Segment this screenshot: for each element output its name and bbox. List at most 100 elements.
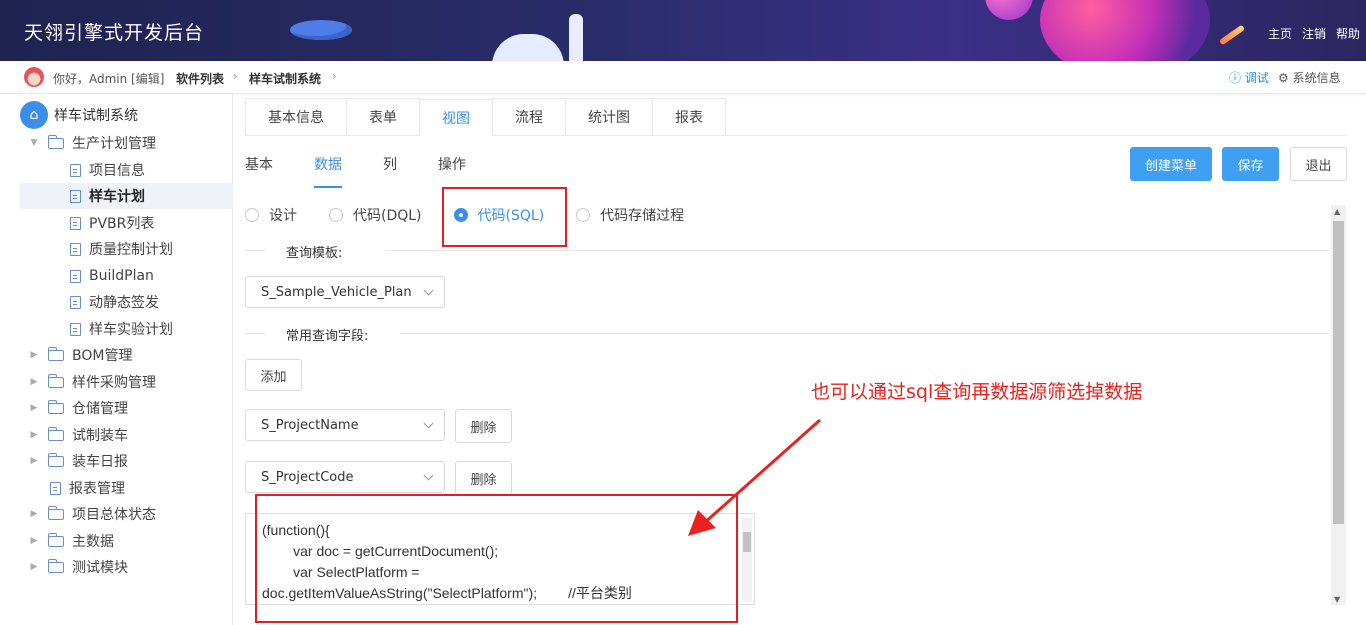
folder-icon [47,505,64,520]
avatar[interactable] [24,67,44,87]
tab-4[interactable]: 统计图 [565,98,653,135]
caret-right-icon[interactable]: ▶ [28,403,40,413]
caret-right-icon[interactable]: ▶ [28,562,40,572]
sidebar-item[interactable]: ▶ 仓储管理 [20,395,233,421]
top-header: 天翎引擎式开发后台 主页 注销 帮助 [0,0,1366,61]
scroll-down-icon[interactable]: ▼ [1334,595,1340,604]
document-icon [70,163,81,177]
radio-option[interactable]: 代码(DQL) [329,205,422,225]
caret-right-icon[interactable]: ▶ [28,536,40,546]
radio-option[interactable]: 设计 [245,205,297,225]
main-scrollbar[interactable]: ▲ ▼ [1331,205,1346,605]
folder-icon [47,532,64,547]
sidebar-item-label: 装车日报 [72,454,128,470]
sidebar-item-label: 项目信息 [89,163,145,179]
breadcrumb-bar: 你好，Admin [编辑] 软件列表 › 样车试制系统 › ⓘ 调试 ⚙ 系统信… [0,61,1366,94]
radio-dot-icon [576,208,591,222]
document-icon [50,481,61,495]
folder-icon [47,373,64,388]
subtab-0[interactable]: 基本 [245,154,273,188]
sidebar-item-label: 测试模块 [72,560,128,576]
divider [400,333,1330,334]
sidebar-item[interactable]: ▶ BOM管理 [20,342,233,368]
logout-link[interactable]: 注销 [1302,25,1326,42]
sidebar-item[interactable]: 报表管理 [20,475,233,501]
sidebar-item[interactable]: 项目信息 [20,157,233,183]
radio-label: 设计 [269,208,297,224]
tab-3[interactable]: 流程 [492,98,566,135]
subtab-3[interactable]: 操作 [438,154,466,188]
planet-large-illustration [1040,0,1210,61]
sidebar-item[interactable]: 样车实验计划 [20,316,233,342]
folder-icon [47,346,64,361]
folder-icon [47,558,64,573]
sidebar-item[interactable]: 样车计划 [20,183,233,209]
sidebar-item-label: BuildPlan [89,268,154,284]
caret-right-icon[interactable]: ▶ [28,377,40,387]
document-icon [70,242,81,256]
caret-right-icon[interactable]: ▶ [28,509,40,519]
system-info-link[interactable]: ⚙ 系统信息 [1278,69,1341,86]
breadcrumb-software-list[interactable]: 软件列表 [176,70,224,87]
scrollbar-thumb[interactable] [1333,221,1344,524]
query-template-value: S_Sample_Vehicle_Plan [261,284,412,300]
sidebar-item[interactable]: PVBR列表 [20,210,233,236]
caret-right-icon[interactable]: ▶ [28,456,40,466]
subtab-1[interactable]: 数据 [314,154,342,188]
annotation-arrow-icon [688,418,821,536]
comet-illustration [1218,24,1246,46]
subtab-bar: 基本 数据 列 操作 [245,154,466,188]
field-select-1[interactable]: S_ProjectName [245,409,445,441]
tab-0[interactable]: 基本信息 [245,98,347,135]
sidebar-item-label: 质量控制计划 [89,242,173,258]
sidebar-item[interactable]: ▶ 主数据 [20,528,233,554]
app-title: 天翎引擎式开发后台 [24,22,205,44]
sidebar-item-label: 仓储管理 [72,401,128,417]
planet-illustration [985,0,1033,20]
exit-button[interactable]: 退出 [1290,147,1347,181]
delete-field-button[interactable]: 删除 [455,409,512,443]
radio-label: 代码存储过程 [600,208,685,224]
tab-1[interactable]: 表单 [346,98,420,135]
header-links: 主页 注销 帮助 [1268,25,1360,42]
tab-bar: 基本信息 表单 视图 流程 统计图 报表 [245,98,1346,136]
sidebar-item[interactable]: 动静态签发 [20,289,233,315]
create-menu-button[interactable]: 创建菜单 [1130,147,1212,181]
tab-2[interactable]: 视图 [419,99,493,136]
home-link[interactable]: 主页 [1268,25,1292,42]
delete-field-button[interactable]: 删除 [455,461,512,495]
divider [385,250,1330,251]
breadcrumb-current-app[interactable]: 样车试制系统 [249,70,321,87]
add-field-button[interactable]: 添加 [245,359,302,391]
sidebar-item[interactable]: ▶ 项目总体状态 [20,501,233,527]
sidebar-item[interactable]: ▼ 生产计划管理 [20,130,233,156]
tab-5[interactable]: 报表 [652,98,726,135]
document-icon [70,216,81,230]
scroll-up-icon[interactable]: ▲ [1334,207,1340,216]
sidebar-item-label: 试制装车 [72,428,128,444]
sidebar-item[interactable]: ▶ 试制装车 [20,422,233,448]
sidebar-item[interactable]: ▶ 测试模块 [20,554,233,580]
subtab-2[interactable]: 列 [383,154,397,188]
caret-right-icon[interactable]: ▶ [28,350,40,360]
sidebar-item[interactable]: BuildPlan [20,263,233,289]
user-greeting[interactable]: 你好，Admin [编辑] [53,70,164,87]
lighthouse-illustration [569,14,583,61]
help-link[interactable]: 帮助 [1336,25,1360,42]
blimp-illustration [290,20,352,40]
sidebar: ⌂ 样车试制系统 ▼ 生产计划管理项目信息样车计划 PVBR列表质量控制计划 Buil… [0,94,233,625]
tree-root[interactable]: ⌂ 样车试制系统 [20,101,138,129]
field-select-2[interactable]: S_ProjectCode [245,461,445,493]
radio-option[interactable]: 代码存储过程 [576,205,684,225]
sidebar-item[interactable]: 质量控制计划 [20,236,233,262]
caret-right-icon[interactable]: ▶ [28,430,40,440]
sidebar-item-label: 样车计划 [89,189,145,205]
radio-dot-icon [245,208,259,222]
save-button[interactable]: 保存 [1222,147,1279,181]
query-template-select[interactable]: S_Sample_Vehicle_Plan [245,276,445,308]
divider [245,250,265,251]
sidebar-item[interactable]: ▶ 样件采购管理 [20,369,233,395]
debug-link[interactable]: ⓘ 调试 [1229,69,1269,86]
sidebar-item[interactable]: ▶ 装车日报 [20,448,233,474]
caret-down-icon[interactable]: ▼ [28,138,40,148]
